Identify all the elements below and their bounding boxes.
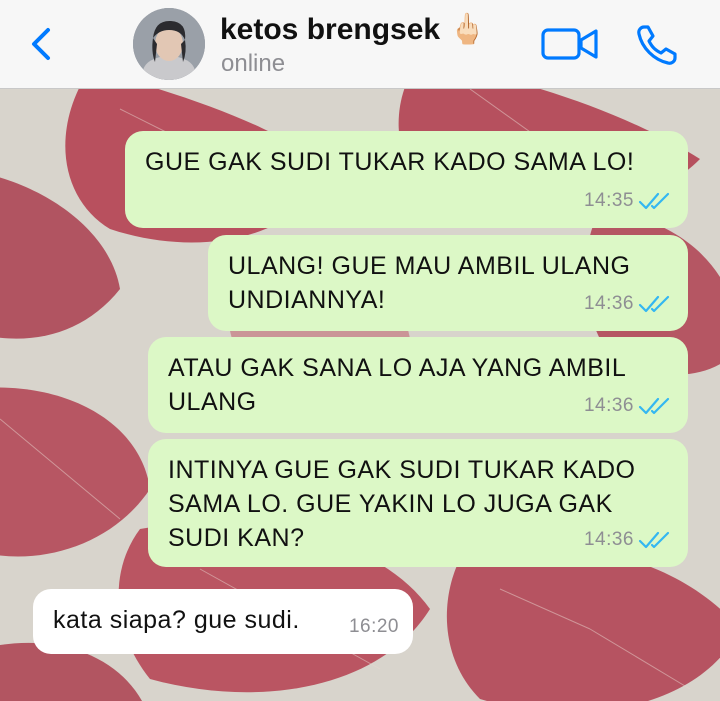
message-meta: 14:36 bbox=[584, 523, 674, 557]
read-receipt-icon bbox=[638, 192, 670, 210]
message-meta: 16:20 bbox=[349, 610, 399, 644]
read-receipt-icon bbox=[638, 531, 670, 549]
message-text: GUE GAK SUDI TUKAR KADO SAMA LO! bbox=[145, 148, 635, 176]
message-text: ULANG! GUE MAU AMBIL ULANG UNDIANNYA! bbox=[228, 252, 631, 314]
contact-name: ketos brengsek bbox=[220, 13, 441, 46]
contact-emoji: 🖕🏻 bbox=[448, 13, 486, 46]
chat-wallpaper: GUE GAK SUDI TUKAR KADO SAMA LO! 14:35 U… bbox=[0, 89, 720, 701]
message-bubble-outgoing[interactable]: GUE GAK SUDI TUKAR KADO SAMA LO! 14:35 bbox=[125, 131, 688, 228]
contact-name-row[interactable]: ketos brengsek 🖕🏻 bbox=[220, 12, 486, 47]
phone-icon[interactable] bbox=[634, 22, 680, 68]
message-meta: 14:35 bbox=[584, 184, 674, 218]
contact-status: online bbox=[221, 50, 286, 77]
message-meta: 14:36 bbox=[584, 287, 674, 321]
message-time: 14:36 bbox=[583, 293, 634, 314]
message-text: ATAU GAK SANA LO AJA YANG AMBIL ULANG bbox=[168, 354, 626, 416]
read-receipt-icon bbox=[638, 295, 670, 313]
message-time: 16:20 bbox=[348, 616, 399, 637]
message-text: INTINYA GUE GAK SUDI TUKAR KADO SAMA LO.… bbox=[168, 456, 636, 552]
chevron-left-icon[interactable] bbox=[22, 24, 62, 64]
video-call-icon[interactable] bbox=[540, 26, 600, 62]
message-meta: 14:36 bbox=[584, 389, 674, 423]
message-bubble-outgoing[interactable]: INTINYA GUE GAK SUDI TUKAR KADO SAMA LO.… bbox=[148, 439, 688, 567]
avatar[interactable] bbox=[133, 8, 205, 80]
message-time: 14:35 bbox=[583, 190, 634, 211]
message-time: 14:36 bbox=[583, 529, 634, 550]
read-receipt-icon bbox=[638, 397, 670, 415]
message-bubble-outgoing[interactable]: ULANG! GUE MAU AMBIL ULANG UNDIANNYA! 14… bbox=[208, 235, 688, 331]
message-text: kata siapa? gue sudi. bbox=[53, 606, 300, 634]
message-bubble-outgoing[interactable]: ATAU GAK SANA LO AJA YANG AMBIL ULANG 14… bbox=[148, 337, 688, 433]
message-bubble-incoming[interactable]: kata siapa? gue sudi. 16:20 bbox=[33, 589, 413, 654]
message-time: 14:36 bbox=[583, 395, 634, 416]
chat-header: ketos brengsek 🖕🏻 online bbox=[0, 0, 720, 89]
